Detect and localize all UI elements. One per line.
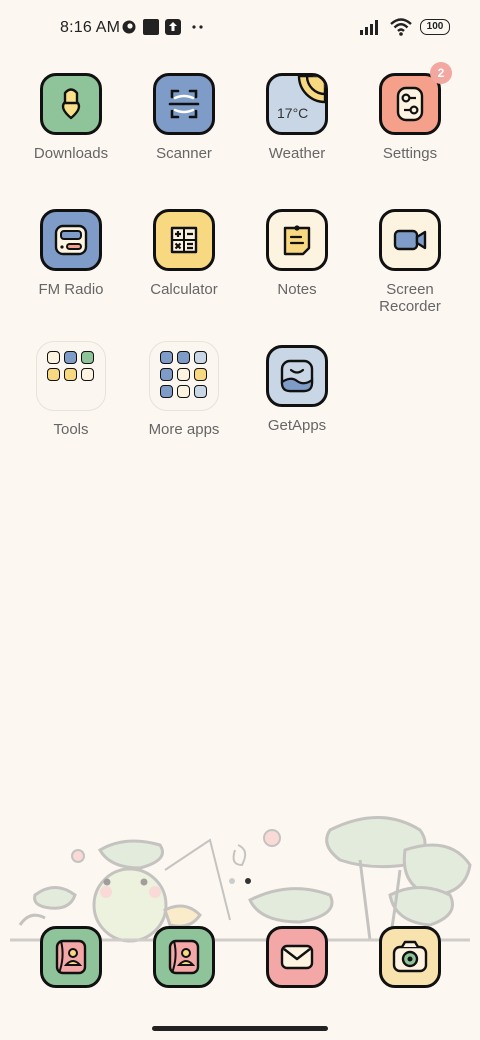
app-scanner[interactable]: Scanner bbox=[128, 73, 240, 162]
status-bar: 8:16 AM 100 bbox=[0, 0, 480, 56]
scanner-icon bbox=[153, 73, 215, 135]
calculator-icon bbox=[153, 209, 215, 271]
tools-folder-icon bbox=[36, 341, 106, 411]
status-time: 8:16 AM bbox=[60, 19, 121, 36]
page-dot-2[interactable] bbox=[245, 878, 251, 884]
dock-phone[interactable] bbox=[128, 926, 240, 988]
signal-icon bbox=[360, 20, 378, 35]
upload-icon bbox=[165, 19, 181, 35]
more-apps-folder-icon bbox=[149, 341, 219, 411]
radio-icon bbox=[40, 209, 102, 271]
dock-messages[interactable] bbox=[241, 926, 353, 988]
home-gesture-bar[interactable] bbox=[152, 1026, 328, 1031]
page-dot-1[interactable] bbox=[229, 878, 235, 884]
app-downloads[interactable]: Downloads bbox=[15, 73, 127, 162]
folder-tools[interactable]: Tools bbox=[15, 341, 127, 438]
notification-badge: 2 bbox=[430, 62, 452, 84]
settings-icon: 2 bbox=[379, 62, 452, 135]
dock-camera[interactable] bbox=[354, 926, 466, 988]
svg-text:17°C: 17°C bbox=[277, 105, 308, 121]
mail-icon bbox=[266, 926, 328, 988]
app-screen-recorder[interactable]: Screen Recorder bbox=[354, 209, 466, 315]
app-getapps[interactable]: GetApps bbox=[241, 345, 353, 434]
camera-icon bbox=[379, 926, 441, 988]
video-camera-icon bbox=[379, 209, 441, 271]
weather-icon: 17°C bbox=[266, 73, 328, 135]
notification-square-icon bbox=[143, 19, 159, 35]
more-notifications-icon bbox=[192, 25, 203, 29]
notes-icon bbox=[266, 209, 328, 271]
folder-more-apps[interactable]: More apps bbox=[128, 341, 240, 438]
phone-contacts-icon bbox=[153, 926, 215, 988]
battery-indicator: 100 bbox=[420, 19, 450, 35]
downloads-icon bbox=[40, 73, 102, 135]
page-indicator[interactable] bbox=[0, 878, 480, 884]
contacts-icon bbox=[40, 926, 102, 988]
getapps-icon bbox=[266, 345, 328, 407]
app-notes[interactable]: Notes bbox=[241, 209, 353, 298]
wifi-icon bbox=[390, 18, 412, 36]
data-saver-icon bbox=[122, 20, 136, 34]
dock-contacts[interactable] bbox=[15, 926, 127, 988]
app-fm-radio[interactable]: FM Radio bbox=[15, 209, 127, 298]
app-settings[interactable]: 2 Settings bbox=[354, 62, 466, 162]
app-calculator[interactable]: Calculator bbox=[128, 209, 240, 298]
app-weather[interactable]: 17°C Weather bbox=[241, 73, 353, 162]
